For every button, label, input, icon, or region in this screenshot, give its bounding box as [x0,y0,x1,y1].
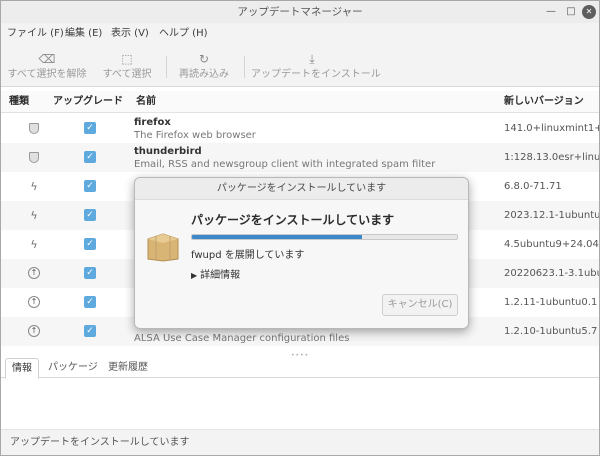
toolbar-separator [166,56,167,78]
details-label: 詳細情報 [200,270,241,281]
toolbar-separator [244,56,245,78]
upgrade-checkbox[interactable]: ✓ [84,180,96,192]
package-description: The Firefox web browser [134,130,256,141]
upgrade-checkbox[interactable]: ✓ [84,267,96,279]
package-version: 20220623.1-3.1ubuntu [504,268,599,279]
column-name[interactable]: 名前 [136,91,156,113]
dialog-heading: パッケージをインストールしています [191,213,395,227]
arrow-up-icon: ↑ [27,325,41,339]
table-row[interactable]: ✓ thunderbird Email, RSS and newsgroup c… [1,143,599,172]
package-version: 141.0+linuxmint1+xia [504,123,599,134]
expander-triangle-icon: ▶ [191,271,198,280]
refresh-label: 再読み込み [179,69,229,80]
status-text: アップデートをインストールしています [10,437,190,448]
dialog-status: fwupd を展開しています [191,250,305,261]
clear-selection-label: すべて選択を解除 [7,69,87,80]
package-description: ALSA Use Case Manager configuration file… [134,333,350,344]
shield-icon [27,122,41,136]
package-version: 1.2.11-1ubuntu0.1 [504,297,598,308]
menu-help[interactable]: ヘルプ (H) [159,23,208,45]
column-upgrade[interactable]: アップグレード [53,91,123,113]
upgrade-checkbox[interactable]: ✓ [84,238,96,250]
toolbar: ⌫ すべて選択を解除 ⬚ すべて選択 ↻ 再読み込み ⤓ アップデートをインスト… [1,45,599,87]
bolt-icon: ϟ [30,238,38,251]
package-name: firefox [134,117,171,128]
refresh-button[interactable]: ↻ 再読み込み [174,45,234,87]
dialog-title: パッケージをインストールしています [135,178,468,200]
install-updates-button[interactable]: ⤓ アップデートをインストール [251,45,381,87]
column-version[interactable]: 新しいバージョン [504,91,584,113]
update-manager-window: アップデートマネージャー — □ ✕ ファイル (F) 編集 (E) 表示 (V… [0,0,600,456]
arrow-up-icon: ↑ [27,267,41,281]
column-type[interactable]: 種類 [9,91,29,113]
detail-tabs: 情報 パッケージ 更新履歴 [1,358,599,379]
close-icon[interactable]: ✕ [582,5,596,19]
package-version: 1:128.13.0esr+linuxmi [504,152,599,163]
tab-packages[interactable]: パッケージ [42,358,104,378]
window-title: アップデートマネージャー [237,6,363,18]
upgrade-checkbox[interactable]: ✓ [84,296,96,308]
maximize-icon[interactable]: □ [564,5,578,19]
clear-selection-button[interactable]: ⌫ すべて選択を解除 [7,45,87,87]
menu-view[interactable]: 表示 (V) [111,23,149,45]
select-all-icon: ⬚ [121,52,133,66]
tab-history[interactable]: 更新履歴 [102,358,154,378]
install-progress-bar [191,234,458,240]
status-bar: アップデートをインストールしています [1,429,599,455]
menu-file[interactable]: ファイル (F) [7,23,64,45]
details-expander[interactable]: ▶ 詳細情報 [191,266,240,281]
menu-bar: ファイル (F) 編集 (E) 表示 (V) ヘルプ (H) [1,23,599,45]
bolt-icon: ϟ [30,180,38,193]
refresh-icon: ↻ [198,52,210,66]
upgrade-checkbox[interactable]: ✓ [84,122,96,134]
package-version: 4.5ubuntu9+24.04.1 [504,239,599,250]
package-box-icon [147,233,179,262]
package-version: 1.2.10-1ubuntu5.7 [504,326,598,337]
cancel-button[interactable]: キャンセル(C) [382,294,458,316]
clear-icon: ⌫ [38,52,56,66]
title-bar: アップデートマネージャー — □ ✕ [1,1,599,23]
table-row[interactable]: ✓ firefox The Firefox web browser 141.0+… [1,114,599,143]
tab-info[interactable]: 情報 [5,358,39,379]
arrow-up-icon: ↑ [27,296,41,310]
select-all-button[interactable]: ⬚ すべて選択 [99,45,155,87]
download-icon: ⤓ [309,52,315,66]
progress-fill [192,235,362,239]
package-description: Email, RSS and newsgroup client with int… [134,159,436,170]
shield-icon [27,151,41,165]
package-name: thunderbird [134,146,202,157]
package-version: 2023.12.1-1ubuntu1~2 [504,210,599,221]
bolt-icon: ϟ [30,209,38,222]
minimize-icon[interactable]: — [544,5,558,19]
table-header: 種類 アップグレード 名前 新しいバージョン [1,91,599,113]
select-all-label: すべて選択 [102,69,152,80]
install-updates-label: アップデートをインストール [251,69,381,80]
upgrade-checkbox[interactable]: ✓ [84,325,96,337]
info-pane [1,379,599,429]
upgrade-checkbox[interactable]: ✓ [84,151,96,163]
package-version: 6.8.0-71.71 [504,181,562,192]
install-progress-dialog: パッケージをインストールしています パッケージをインストールしています fwup… [134,177,469,329]
upgrade-checkbox[interactable]: ✓ [84,209,96,221]
menu-edit[interactable]: 編集 (E) [65,23,102,45]
